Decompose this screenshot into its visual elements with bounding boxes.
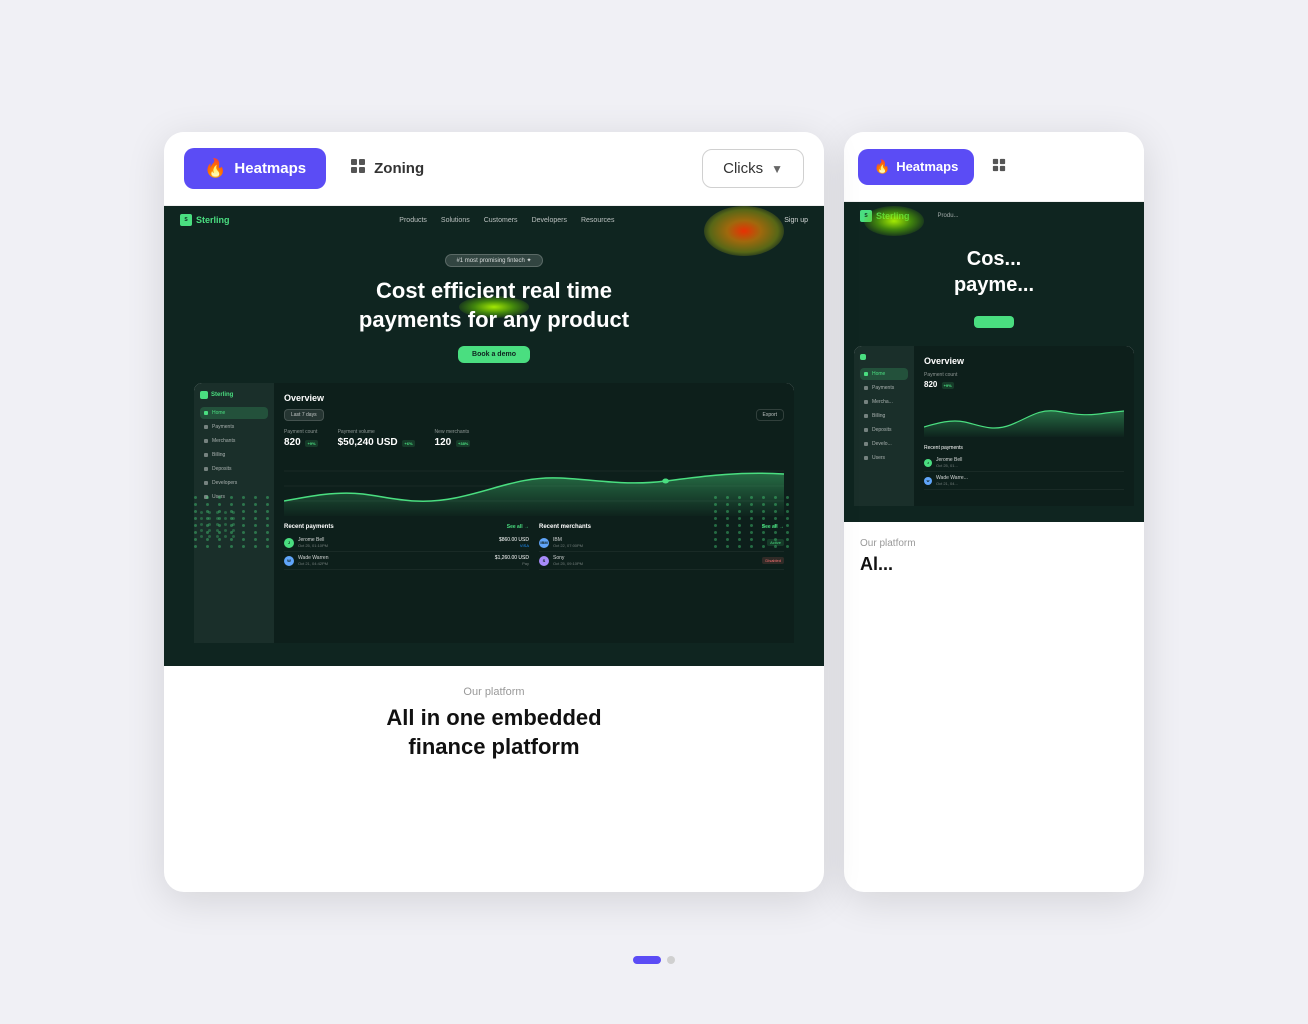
dots-pattern-left — [194, 496, 274, 616]
payment-avatar-1: J — [284, 538, 294, 548]
card-bottom: Our platform All in one embedded finance… — [164, 666, 824, 781]
preview-area: S Sterling Products Solutions Customers … — [164, 206, 824, 781]
zoning-label: Zoning — [374, 160, 424, 177]
side-dash-nav-devs: Develo... — [860, 438, 908, 450]
scene: 🔥 Heatmaps Zoning Clicks ▼ — [0, 0, 1308, 1024]
dash-chart — [284, 456, 784, 516]
side-mockup-dashboard: Home Payments Mercha... Billing — [854, 346, 1134, 506]
nav-products: Products — [399, 217, 427, 224]
logo-text: Sterling — [196, 215, 230, 225]
side-logo-icon: S — [860, 210, 872, 222]
zoning-button[interactable]: Zoning — [334, 148, 440, 189]
nav-developers: Developers — [532, 217, 567, 224]
recent-payments-section: Recent payments See all → J Jerome Bell … — [284, 524, 529, 570]
side-payment-item-1: J Jerome Bell Oct 25, 01... — [924, 454, 1124, 472]
side-payment-item-2: W Wade Warre... Oct 21, 04... — [924, 472, 1124, 490]
side-hero-title: Cos...payme... — [954, 246, 1034, 298]
side-dash-nav-payments: Payments — [860, 382, 908, 394]
side-grid-icon — [992, 158, 1006, 175]
mockup-logo: S Sterling — [180, 214, 230, 226]
side-dash-logo — [860, 354, 908, 360]
dash-nav-billing[interactable]: Billing — [200, 449, 268, 461]
clicks-label: Clicks — [723, 160, 763, 177]
heatmaps-label: Heatmaps — [234, 160, 306, 177]
toolbar: 🔥 Heatmaps Zoning Clicks ▼ — [164, 132, 824, 206]
nav-customers: Customers — [484, 217, 518, 224]
dash-metrics: Payment count 820 +9% Payment volume $50… — [284, 429, 784, 448]
nav-signup: Sign up — [784, 217, 808, 224]
metric-payment-volume: Payment volume $50,240 USD +6% — [338, 429, 415, 448]
side-fire-icon: 🔥 — [874, 159, 890, 175]
dash-filter-row: Last 7 days Export — [284, 409, 784, 421]
dash-overview-title: Overview — [284, 393, 784, 403]
side-logo-text: Sterling — [876, 211, 910, 221]
nav-solutions: Solutions — [441, 217, 470, 224]
dash-nav-payments[interactable]: Payments — [200, 421, 268, 433]
mockup-cta-button[interactable]: Book a demo — [458, 346, 530, 363]
logo-icon: S — [180, 214, 192, 226]
side-toolbar: 🔥 Heatmaps — [844, 132, 1144, 202]
dash-nav-developers[interactable]: Developers — [200, 477, 268, 489]
payment-avatar-2: W — [284, 556, 294, 566]
side-dash-nav-merchants: Mercha... — [860, 396, 908, 408]
side-heatmaps-button[interactable]: 🔥 Heatmaps — [858, 149, 974, 185]
merchant-avatar-1: IBM — [539, 538, 549, 548]
side-dash-nav-deposits: Deposits — [860, 424, 908, 436]
fire-icon: 🔥 — [204, 158, 226, 179]
side-dash-sidebar: Home Payments Mercha... Billing — [854, 346, 914, 506]
side-dash-nav-billing: Billing — [860, 410, 908, 422]
dash-logo: Sterling — [200, 391, 268, 399]
dash-nav-merchants[interactable]: Merchants — [200, 435, 268, 447]
mockup-nav-links: Products Solutions Customers Developers … — [250, 217, 765, 224]
side-dash-nav-home: Home — [860, 368, 908, 380]
platform-title: All in one embedded finance platform — [184, 704, 804, 761]
mockup-nav: S Sterling Products Solutions Customers … — [164, 206, 824, 234]
side-card: 🔥 Heatmaps — [844, 132, 1144, 892]
heatmaps-button[interactable]: 🔥 Heatmaps — [184, 148, 326, 189]
page-dot-inactive[interactable] — [667, 956, 675, 964]
dash-nav-deposits[interactable]: Deposits — [200, 463, 268, 475]
side-platform-label: Our platform — [860, 538, 1128, 549]
side-cta-button — [974, 316, 1014, 328]
side-dash-metrics: Payment count 820 +9% — [924, 372, 1124, 389]
side-platform-title: Al... — [860, 553, 1128, 576]
main-card: 🔥 Heatmaps Zoning Clicks ▼ — [164, 132, 824, 892]
side-dash-chart — [924, 397, 1124, 437]
page-dot-active[interactable] — [633, 956, 661, 964]
metric-new-merchants: New merchants 120 +38% — [435, 429, 471, 448]
clicks-dropdown[interactable]: Clicks ▼ — [702, 149, 804, 188]
side-dash-main: Overview Payment count 820 +9% — [914, 346, 1134, 506]
side-card-bottom: Our platform Al... — [844, 522, 1144, 592]
side-heatmaps-label: Heatmaps — [896, 159, 958, 174]
side-zoning-button[interactable] — [982, 148, 1016, 185]
side-mockup-logo: S Sterling — [860, 210, 910, 222]
payment-item-2: W Wade Warren Oct 21, 04:42PM $1,260.00 … — [284, 552, 529, 570]
dash-export-btn[interactable]: Export — [756, 409, 784, 421]
mockup-hero-title: Cost efficient real time payments for an… — [359, 277, 629, 334]
side-mockup-hero: Cos...payme... — [844, 230, 1144, 338]
nav-resources: Resources — [581, 217, 614, 224]
grid-icon — [350, 158, 366, 179]
side-recent-payments: Recent payments J Jerome Bell Oct 25, 01… — [924, 445, 1124, 490]
dash-filter-btn[interactable]: Last 7 days — [284, 409, 324, 421]
pagination — [633, 956, 675, 964]
chevron-down-icon: ▼ — [771, 162, 783, 176]
side-dash-nav-users: Users — [860, 452, 908, 464]
dash-recents: Recent payments See all → J Jerome Bell … — [284, 524, 784, 570]
mockup-badge: #1 most promising fintech ✦ — [445, 254, 542, 267]
dash-nav-home[interactable]: Home — [200, 407, 268, 419]
dots-pattern-right — [714, 496, 794, 616]
metric-payment-count: Payment count 820 +9% — [284, 429, 318, 448]
website-mockup: S Sterling Products Solutions Customers … — [164, 206, 824, 666]
merchant-avatar-2: S — [539, 556, 549, 566]
platform-label: Our platform — [184, 686, 804, 698]
mockup-dashboard: Sterling Home Payments Merchants — [194, 383, 794, 643]
mockup-hero: #1 most promising fintech ✦ Cost efficie… — [164, 234, 824, 373]
side-mockup-nav: S Sterling Produ... — [844, 202, 1144, 230]
payment-item-1: J Jerome Bell Oct 25, 01:10PM $860.00 US… — [284, 534, 529, 552]
side-mockup: S Sterling Produ... Cos...payme... — [844, 202, 1144, 522]
side-nav-products: Produ... — [938, 213, 959, 219]
